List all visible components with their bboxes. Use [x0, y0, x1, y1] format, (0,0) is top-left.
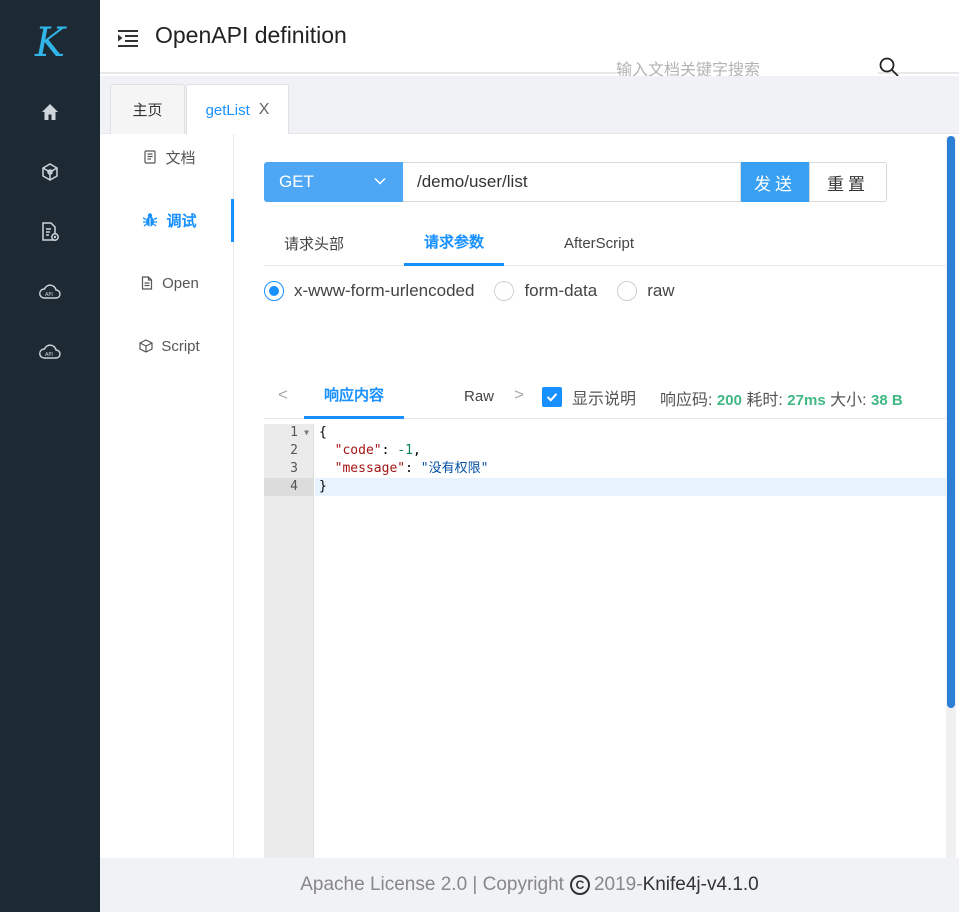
- api-sub-nav: 文档 调试 Open Script: [105, 134, 234, 858]
- radio-raw-dot[interactable]: [617, 281, 638, 301]
- subnav-debug-label: 调试: [166, 212, 197, 230]
- tab-request-headers[interactable]: 请求头部: [264, 220, 364, 266]
- home-icon[interactable]: [0, 97, 100, 127]
- knife4j-logo[interactable]: K: [0, 18, 100, 68]
- page-tab-bar: 主页 getList X: [100, 76, 959, 135]
- radio-raw-label: raw: [647, 281, 675, 300]
- tab-prev-arrow[interactable]: <: [278, 385, 288, 405]
- file-icon: [140, 276, 154, 290]
- logo-letter: K: [35, 20, 65, 66]
- response-code-editor[interactable]: 1 ▼ 2 3 4 { "code": -1, "message": "没有权限"…: [264, 424, 948, 858]
- radio-raw[interactable]: raw: [617, 281, 675, 301]
- show-description-toggle[interactable]: 显示说明: [542, 385, 636, 409]
- radio-urlencoded[interactable]: x-www-form-urlencoded: [264, 281, 474, 301]
- code-line: }: [315, 478, 948, 496]
- top-header: OpenAPI definition: [100, 0, 959, 90]
- tab-next-arrow[interactable]: >: [514, 385, 524, 405]
- response-stats: 响应码: 200 耗时: 27ms 大小: 38 B: [660, 386, 903, 410]
- content-panel: 文档 调试 Open Script GET 发送 重置: [105, 134, 954, 858]
- app-title: OpenAPI definition: [155, 22, 347, 48]
- editor-gutter: 1 ▼ 2 3 4: [264, 424, 314, 858]
- subnav-active-indicator: [231, 199, 234, 242]
- show-desc-label: 显示说明: [572, 391, 637, 408]
- response-size-value: 38 B: [871, 392, 903, 409]
- elapsed-time-label: 耗时:: [746, 392, 783, 409]
- copyright-icon: C: [569, 875, 590, 895]
- subnav-item-debug[interactable]: 调试: [105, 199, 234, 241]
- subnav-open-label: Open: [162, 274, 199, 292]
- code-line: {: [319, 425, 327, 440]
- http-method-value: GET: [279, 172, 314, 191]
- tab-response-raw[interactable]: Raw: [444, 373, 514, 419]
- tab-getlist[interactable]: getList X: [186, 84, 289, 135]
- radio-urlencoded-label: x-www-form-urlencoded: [294, 281, 475, 300]
- code-line: "code": -1,: [334, 443, 421, 458]
- subnav-item-doc[interactable]: 文档: [105, 136, 234, 178]
- search-icon[interactable]: [878, 56, 900, 78]
- radio-form-data-dot[interactable]: [494, 281, 515, 301]
- api-cube-icon[interactable]: [0, 157, 100, 187]
- vertical-scrollbar[interactable]: [946, 136, 956, 858]
- elapsed-time-value: 27ms: [787, 392, 826, 409]
- tab-home-label: 主页: [132, 102, 163, 119]
- show-desc-checkbox[interactable]: [542, 387, 562, 407]
- request-url-input[interactable]: [403, 162, 741, 202]
- response-size-label: 大小:: [830, 392, 867, 409]
- subnav-item-script[interactable]: Script: [105, 325, 234, 367]
- subnav-item-open[interactable]: Open: [105, 262, 234, 304]
- request-tabs: 请求头部 请求参数 AfterScript: [264, 220, 954, 266]
- send-button[interactable]: 发送: [741, 162, 809, 202]
- menu-fold-icon[interactable]: [116, 26, 140, 50]
- line-number: 4: [264, 478, 314, 496]
- radio-form-data-label: form-data: [524, 281, 598, 300]
- scrollbar-thumb[interactable]: [947, 136, 955, 708]
- line-number: 3: [290, 461, 298, 476]
- close-icon[interactable]: X: [259, 101, 270, 119]
- tab-response-content[interactable]: 响应内容: [304, 373, 404, 419]
- svg-text:API: API: [45, 352, 53, 358]
- radio-form-data[interactable]: form-data: [494, 281, 597, 301]
- doc-settings-icon[interactable]: [0, 217, 100, 247]
- tab-getlist-label: getList: [205, 101, 250, 119]
- radio-urlencoded-dot[interactable]: [264, 281, 284, 301]
- http-method-select[interactable]: GET: [264, 162, 403, 202]
- tab-afterscript[interactable]: AfterScript: [549, 220, 649, 266]
- api-cloud-icon-2[interactable]: API: [0, 337, 100, 367]
- left-sidebar: K API API: [0, 0, 100, 912]
- tab-request-params[interactable]: 请求参数: [404, 220, 504, 266]
- response-tab-bar: < 响应内容 Raw > 显示说明 响应码: 200 耗时: 27ms 大小: …: [264, 373, 954, 419]
- code-cube-icon: [139, 339, 153, 353]
- document-icon: [143, 150, 157, 164]
- fold-arrow-icon[interactable]: ▼: [304, 424, 309, 442]
- footer-version: Knife4j-v4.1.0: [642, 874, 759, 895]
- code-line: "message": "没有权限": [334, 461, 489, 476]
- body-type-radio-group: x-www-form-urlencoded form-data raw: [264, 280, 695, 302]
- reset-button[interactable]: 重置: [809, 162, 887, 202]
- bug-icon: [142, 212, 158, 228]
- status-code-value: 200: [716, 392, 742, 409]
- subnav-doc-label: 文档: [165, 149, 196, 167]
- chevron-down-icon: [373, 173, 387, 193]
- line-number: 1 ▼: [290, 424, 309, 442]
- svg-text:API: API: [45, 292, 53, 298]
- footer-license: Apache License 2.0 | Copyright: [300, 874, 564, 895]
- page-footer: Apache License 2.0 | Copyright C 2019- Kn…: [100, 858, 959, 912]
- api-cloud-icon[interactable]: API: [0, 277, 100, 307]
- tab-home[interactable]: 主页: [110, 84, 185, 134]
- status-code-label: 响应码:: [660, 392, 713, 409]
- subnav-script-label: Script: [161, 337, 200, 355]
- footer-year: 2019-: [593, 874, 643, 895]
- line-number: 2: [290, 443, 298, 458]
